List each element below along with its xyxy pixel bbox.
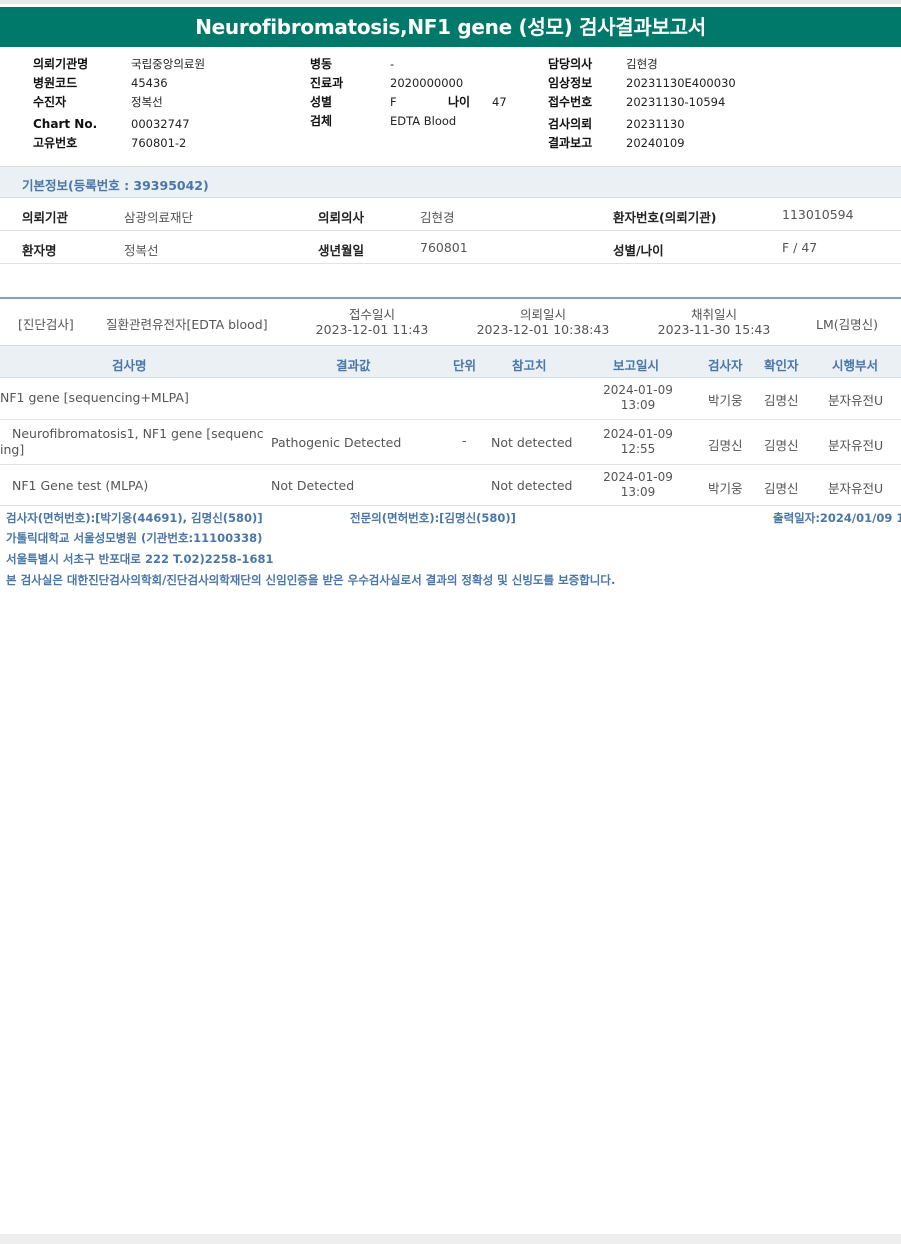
report-date: 2024-01-09 [603, 470, 673, 484]
header-field: 임상정보 20231130E400030 [548, 76, 736, 90]
header-field: 검사의뢰 20231130 [548, 117, 685, 131]
confirmer: 김명신 [764, 438, 799, 453]
header-column-2: 병동 - 진료과 2020000000 성별 F 나이 47 검체 EDTA Blood [310, 55, 507, 131]
column-header: 단위 [453, 358, 477, 373]
report-date: 2024-01-09 [603, 383, 673, 397]
basic-info-row: 의뢰기관 삼광의료재단 의뢰의사 김현경 환자번호(의뢰기관) 11301059… [0, 198, 901, 231]
table-row: NF1 gene [sequencing+MLPA] 2024-01-09 13… [0, 378, 901, 420]
header-field: 고유번호 760801-2 [33, 136, 187, 150]
column-header: 시행부서 [832, 358, 879, 373]
header-field: 수진자 정복선 [33, 95, 163, 109]
column-header: 검사명 [112, 358, 147, 373]
order-category: [진단검사] [18, 317, 74, 332]
column-header: 결과값 [336, 358, 371, 373]
test-name: NF1 gene [sequencing+MLPA] [0, 390, 189, 405]
header-field: 병원코드 45436 [33, 76, 168, 90]
report-time: 12:55 [620, 442, 656, 456]
header-field: 병동 - [310, 57, 395, 71]
table-row: NF1 Gene test (MLPA) Not Detected Not de… [0, 465, 901, 506]
received-label: 접수일시 [348, 307, 395, 322]
specialist-license: 전문의(면허번호):[김명신(580)] [350, 511, 516, 525]
report-title: Neurofibromatosis,NF1 gene (성모) 검사결과보고서 [0, 7, 901, 47]
header-field: 진료과 2020000000 [310, 76, 464, 90]
testers-license: 검사자(면허번호):[박기웅(44691), 김명신(580)] [6, 511, 263, 525]
basic-info-title: 기본정보(등록번호 : 39395042) [22, 178, 209, 193]
header-field: 담당의사 김현경 [548, 57, 658, 71]
column-header: 참고치 [512, 358, 547, 373]
requested-label: 의뢰일시 [519, 307, 566, 322]
collected-label: 채취일시 [690, 307, 737, 322]
reference: Not detected [491, 435, 573, 450]
header-column-1: 의뢰기관명 국립중앙의료원 병원코드 45436 수진자 정복선 Chart No. 0… [33, 55, 205, 153]
header-column-3: 담당의사 김현경 임상정보 20231130E400030 접수번호 20231130… [548, 55, 736, 153]
header-field: Chart No. 00032747 [33, 117, 190, 131]
result-value: Pathogenic Detected [271, 435, 402, 450]
report-time: 13:09 [620, 398, 656, 412]
tester: 김명신 [708, 438, 743, 453]
collected-datetime: 2023-11-30 15:43 [657, 322, 771, 337]
print-date: 출력일자:2024/01/09 1 [773, 511, 901, 525]
report-date: 2024-01-09 [603, 427, 673, 441]
result-value: Not Detected [271, 478, 355, 493]
requested-datetime: 2023-12-01 10:38:43 [476, 322, 610, 337]
institution: 가톨릭대학교 서울성모병원 (기관번호:11100338) [6, 531, 263, 545]
header-field: 의뢰기관명 국립중앙의료원 [33, 57, 206, 71]
table-row: Neurofibromatosis1, NF1 gene [sequenc in… [0, 420, 901, 465]
department: 분자유전U [828, 438, 884, 453]
test-name: Neurofibromatosis1, NF1 gene [sequenc [12, 426, 264, 441]
department: 분자유전U [828, 481, 884, 496]
order-name: 질환관련유전자[EDTA blood] [106, 317, 268, 332]
department: 분자유전U [828, 393, 884, 408]
results-table-header: 검사명 결과값 단위 참고치 보고일시 검사자 확인자 시행부서 [0, 345, 901, 378]
confirmer: 김명신 [764, 481, 799, 496]
tester: 박기웅 [708, 481, 743, 496]
column-header: 확인자 [764, 358, 799, 373]
order-lab: LM(김명신) [816, 317, 879, 332]
header-field: 성별 F 나이 47 [310, 95, 507, 109]
reference: Not detected [491, 478, 573, 493]
report-time: 13:09 [620, 485, 656, 499]
basic-info-row: 환자명 정복선 생년월일 760801 성별/나이 F / 47 [0, 231, 901, 264]
basic-info-header: 기본정보(등록번호 : 39395042) [0, 166, 901, 198]
received-datetime: 2023-12-01 11:43 [315, 322, 429, 337]
order-summary: [진단검사] 질환관련유전자[EDTA blood] 접수일시 2023-12-… [0, 299, 901, 345]
header-field: 접수번호 20231130-10594 [548, 95, 726, 109]
bottom-border [0, 1234, 901, 1244]
header-field: 결과보고 20240109 [548, 136, 685, 150]
column-header: 보고일시 [613, 358, 660, 373]
column-header: 검사자 [708, 358, 743, 373]
tester: 박기웅 [708, 393, 743, 408]
top-border [0, 0, 901, 4]
test-name: NF1 Gene test (MLPA) [12, 478, 149, 493]
header-field: 검체 EDTA Blood [310, 114, 457, 128]
address: 서울특별시 서초구 반포대로 222 T.02)2258-1681 [6, 552, 274, 566]
unit: - [462, 433, 467, 448]
confirmer: 김명신 [764, 393, 799, 408]
test-name-continued: ing] [0, 442, 25, 457]
certification-note: 본 검사실은 대한진단검사의학회/진단검사의학재단의 신임인증을 받은 우수검사… [6, 573, 616, 587]
